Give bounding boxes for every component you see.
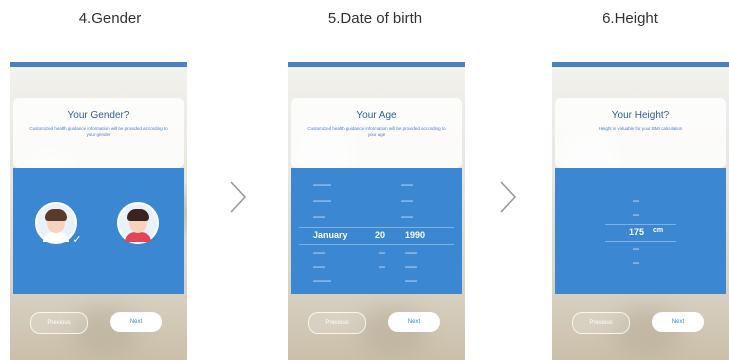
top-bar bbox=[10, 62, 187, 67]
gender-panel: ✓ bbox=[13, 168, 184, 294]
avatar-hair bbox=[45, 209, 67, 221]
card-title: Your Gender? bbox=[67, 110, 130, 121]
top-bar bbox=[288, 62, 465, 67]
selected-day[interactable]: 20 bbox=[375, 230, 385, 240]
step-title-date-of-birth: 5.Date of birth bbox=[327, 10, 423, 27]
next-button[interactable]: Next bbox=[388, 312, 440, 332]
selected-year[interactable]: 1990 bbox=[405, 230, 425, 240]
selected-height-value[interactable]: 175 bbox=[629, 227, 644, 237]
avatar-hair bbox=[127, 209, 149, 221]
question-card: Your Height? Height is valuable for your… bbox=[555, 98, 726, 168]
phone-screen-date-of-birth: Your Age Customized health guidance info… bbox=[288, 62, 465, 360]
chevron-right-icon bbox=[230, 181, 247, 213]
next-button[interactable]: Next bbox=[110, 312, 162, 332]
previous-button[interactable]: Previous bbox=[572, 312, 630, 334]
height-picker-panel[interactable]: ▬ ▬ 175 cm ▬ ▬ bbox=[555, 168, 726, 294]
checkmark-icon: ✓ bbox=[72, 234, 82, 246]
card-subtitle: Customized health guidance information w… bbox=[29, 126, 168, 137]
card-title: Your Height? bbox=[611, 110, 670, 121]
avatar-body bbox=[125, 232, 151, 242]
card-subtitle: Customized health guidance information w… bbox=[307, 126, 446, 137]
selected-month[interactable]: January bbox=[313, 230, 348, 240]
card-title: Your Age bbox=[356, 110, 397, 121]
top-bar bbox=[552, 62, 729, 67]
phone-screen-gender: Your Gender? Customized health guidance … bbox=[10, 62, 187, 360]
avatar-body bbox=[43, 232, 69, 242]
chevron-right-icon bbox=[500, 181, 517, 213]
female-avatar-icon[interactable] bbox=[117, 202, 159, 244]
phone-screen-height: Your Height? Height is valuable for your… bbox=[552, 62, 729, 360]
step-title-gender: 4.Gender bbox=[78, 10, 142, 27]
previous-button[interactable]: Previous bbox=[308, 312, 366, 334]
date-picker-panel[interactable]: ▬▬▬ ▬▬ ▬▬▬ ▬▬ ▬▬ ▬▬ January 20 1990 ▬▬ ▬ ▬▬ ▬… bbox=[291, 168, 462, 294]
question-card: Your Age Customized health guidance info… bbox=[291, 98, 462, 168]
card-subtitle: Height is valuable for your BMI calculat… bbox=[598, 126, 683, 131]
next-button[interactable]: Next bbox=[652, 312, 704, 332]
question-card: Your Gender? Customized health guidance … bbox=[13, 98, 184, 168]
step-title-height: 6.Height bbox=[602, 10, 658, 27]
height-unit: cm bbox=[653, 227, 664, 234]
previous-button[interactable]: Previous bbox=[30, 312, 88, 334]
